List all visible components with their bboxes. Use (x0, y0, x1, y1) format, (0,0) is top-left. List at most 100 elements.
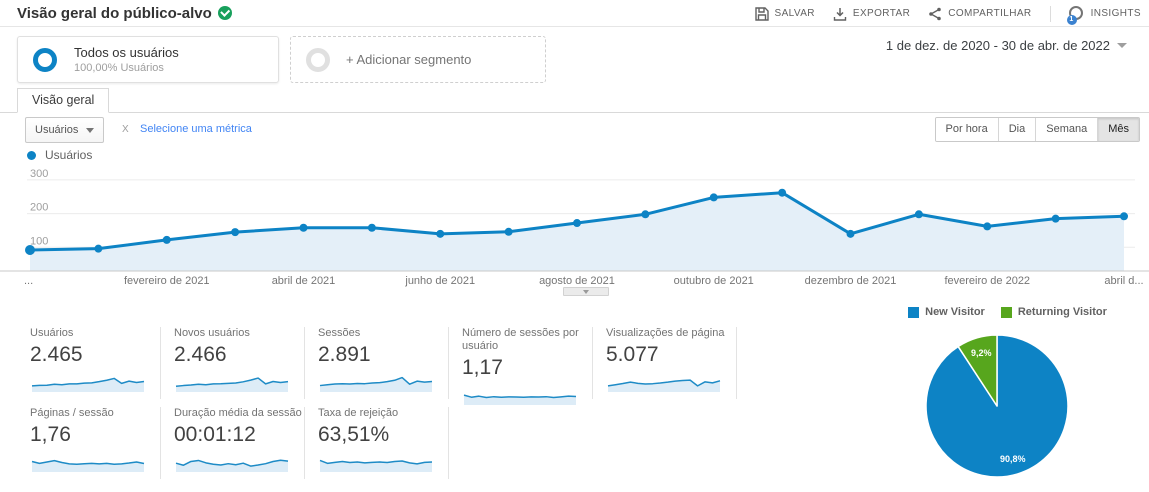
insights-icon: 1 (1066, 5, 1085, 25)
new-visitor-swatch-icon (908, 306, 920, 318)
legend-item-returning-visitor: Returning Visitor (1000, 306, 1107, 318)
granularity-week-button[interactable]: Semana (1035, 118, 1098, 141)
pie-slice-label: 9,2% (971, 348, 992, 358)
scorecard-label: Sessões (318, 327, 361, 339)
page-title: Visão geral do público-alvo (17, 5, 232, 22)
segment-title: Todos os usuários (74, 45, 179, 60)
scorecard-value: 5.077 (606, 343, 659, 366)
scorecard-value: 00:01:12 (174, 423, 256, 446)
granularity-hour-button[interactable]: Por hora (935, 118, 998, 141)
date-range-selector[interactable]: 1 de dez. de 2020 - 30 de abr. de 2022 (886, 38, 1127, 53)
page-title-text: Visão geral do público-alvo (17, 5, 212, 22)
share-icon (929, 7, 942, 20)
sparkline-chart (319, 459, 433, 472)
card-divider (448, 407, 449, 479)
scorecard[interactable]: Visualizações de página 5.077 (606, 327, 738, 393)
scorecard-label: Usuários (30, 327, 74, 339)
card-divider (592, 327, 593, 399)
svg-text:100: 100 (30, 235, 48, 247)
card-divider (448, 327, 449, 399)
granularity-day-button[interactable]: Dia (997, 118, 1036, 141)
scorecard[interactable]: Duração média da sessão 00:01:12 (174, 407, 306, 473)
x-axis-tick-label: outubro de 2021 (674, 275, 754, 287)
scorecard[interactable]: Páginas / sessão 1,76 (30, 407, 162, 473)
x-axis-tick-label: abril d... (1104, 275, 1143, 287)
segment-subtitle: 100,00% Usuários (74, 62, 164, 74)
x-axis-tick-label: fevereiro de 2021 (124, 275, 210, 287)
sparkline-chart (607, 379, 721, 392)
export-button[interactable]: EXPORTAR (833, 7, 910, 21)
returning-visitor-swatch-icon (1000, 306, 1012, 318)
legend-item-new-visitor: New Visitor (908, 306, 985, 318)
scorecard-value: 2.466 (174, 343, 227, 366)
pie-slice-label: 90,8% (1000, 454, 1026, 464)
scorecard-value: 1,17 (462, 356, 503, 379)
scorecard[interactable]: Novos usuários 2.466 (174, 327, 306, 393)
segment-card-all-users[interactable]: Todos os usuários 100,00% Usuários (17, 36, 279, 83)
svg-text:300: 300 (30, 168, 48, 180)
scorecard-value: 2.891 (318, 343, 371, 366)
x-axis-tick-label: ... (24, 275, 33, 287)
verified-badge-icon (217, 6, 232, 20)
versus-label: X (122, 124, 129, 135)
download-icon (833, 7, 847, 21)
insights-badge: 1 (1066, 14, 1077, 25)
pie-legend: New Visitor Returning Visitor (885, 306, 1130, 318)
granularity-button-group: Por hora Dia Semana Mês (934, 117, 1140, 142)
report-header: Visão geral do público-alvo SALVAR EXPOR… (0, 0, 1149, 27)
card-divider (736, 327, 737, 399)
x-axis-tick-label: abril de 2021 (272, 275, 336, 287)
timeline-chart[interactable]: 100 200 300... fevereiro de 2021 abril de 20… (0, 160, 1149, 292)
add-segment-button[interactable]: + Adicionar segmento (290, 36, 546, 83)
x-axis-tick-label: junho de 2021 (404, 275, 475, 287)
series-dot-icon (27, 150, 36, 160)
tab-visao-geral[interactable]: Visão geral (17, 88, 110, 113)
scorecard[interactable]: Sessões 2.891 (318, 327, 450, 393)
add-segment-label: + Adicionar segmento (346, 52, 472, 67)
scorecard-value: 2.465 (30, 343, 83, 366)
save-button[interactable]: SALVAR (754, 6, 815, 21)
chevron-down-icon (1117, 43, 1127, 48)
select-metric-link[interactable]: Selecione uma métrica (140, 123, 252, 135)
x-axis-tick-label: agosto de 2021 (539, 275, 615, 287)
card-divider (160, 327, 161, 399)
metric-select-dropdown[interactable]: Usuários (25, 117, 105, 143)
sparkline-chart (31, 459, 145, 472)
sparkline-chart (463, 394, 577, 405)
scorecard-label: Novos usuários (174, 327, 250, 339)
scorecard[interactable]: Usuários 2.465 (30, 327, 162, 393)
header-actions: SALVAR EXPORTAR COMPARTILHAR 1 INSIGHTS (754, 0, 1141, 27)
card-divider (304, 327, 305, 399)
sparkline-chart (319, 376, 433, 392)
sparkline-chart (31, 377, 145, 392)
x-axis-tick-label: fevereiro de 2022 (944, 275, 1030, 287)
scorecard-label: Páginas / sessão (30, 407, 114, 419)
add-segment-ring-icon (306, 47, 330, 72)
segment-ring-icon (33, 48, 57, 72)
scorecard[interactable]: Número de sessões por usuário 1,17 (462, 327, 594, 406)
card-divider (304, 407, 305, 479)
tab-bar: Visão geral (0, 88, 1149, 113)
chevron-down-icon (86, 127, 95, 133)
axis-expander-button[interactable] (563, 287, 609, 296)
sparkline-chart (175, 377, 289, 392)
svg-text:200: 200 (30, 202, 48, 214)
insights-button[interactable]: 1 INSIGHTS (1066, 5, 1141, 25)
scorecard-value: 1,76 (30, 423, 71, 446)
scorecard-label: Visualizações de página (606, 327, 725, 339)
scorecard-label: Duração média da sessão (174, 407, 302, 419)
granularity-month-button[interactable]: Mês (1097, 118, 1139, 141)
date-range-text: 1 de dez. de 2020 - 30 de abr. de 2022 (885, 38, 1110, 53)
x-axis-tick-label: dezembro de 2021 (805, 275, 897, 287)
save-icon (754, 6, 769, 21)
card-divider (160, 407, 161, 479)
scorecard[interactable]: Taxa de rejeição 63,51% (318, 407, 450, 473)
actions-divider (1049, 5, 1051, 22)
scorecard-value: 63,51% (318, 423, 390, 446)
metric-select-value: Usuários (35, 124, 79, 136)
scorecard-label: Número de sessões por usuário (462, 327, 579, 352)
sparkline-chart (175, 459, 289, 472)
visitor-type-pie-chart[interactable]: 90,8% 9,2% (920, 330, 1075, 485)
scorecard-label: Taxa de rejeição (318, 407, 399, 419)
share-button[interactable]: COMPARTILHAR (928, 7, 1031, 21)
